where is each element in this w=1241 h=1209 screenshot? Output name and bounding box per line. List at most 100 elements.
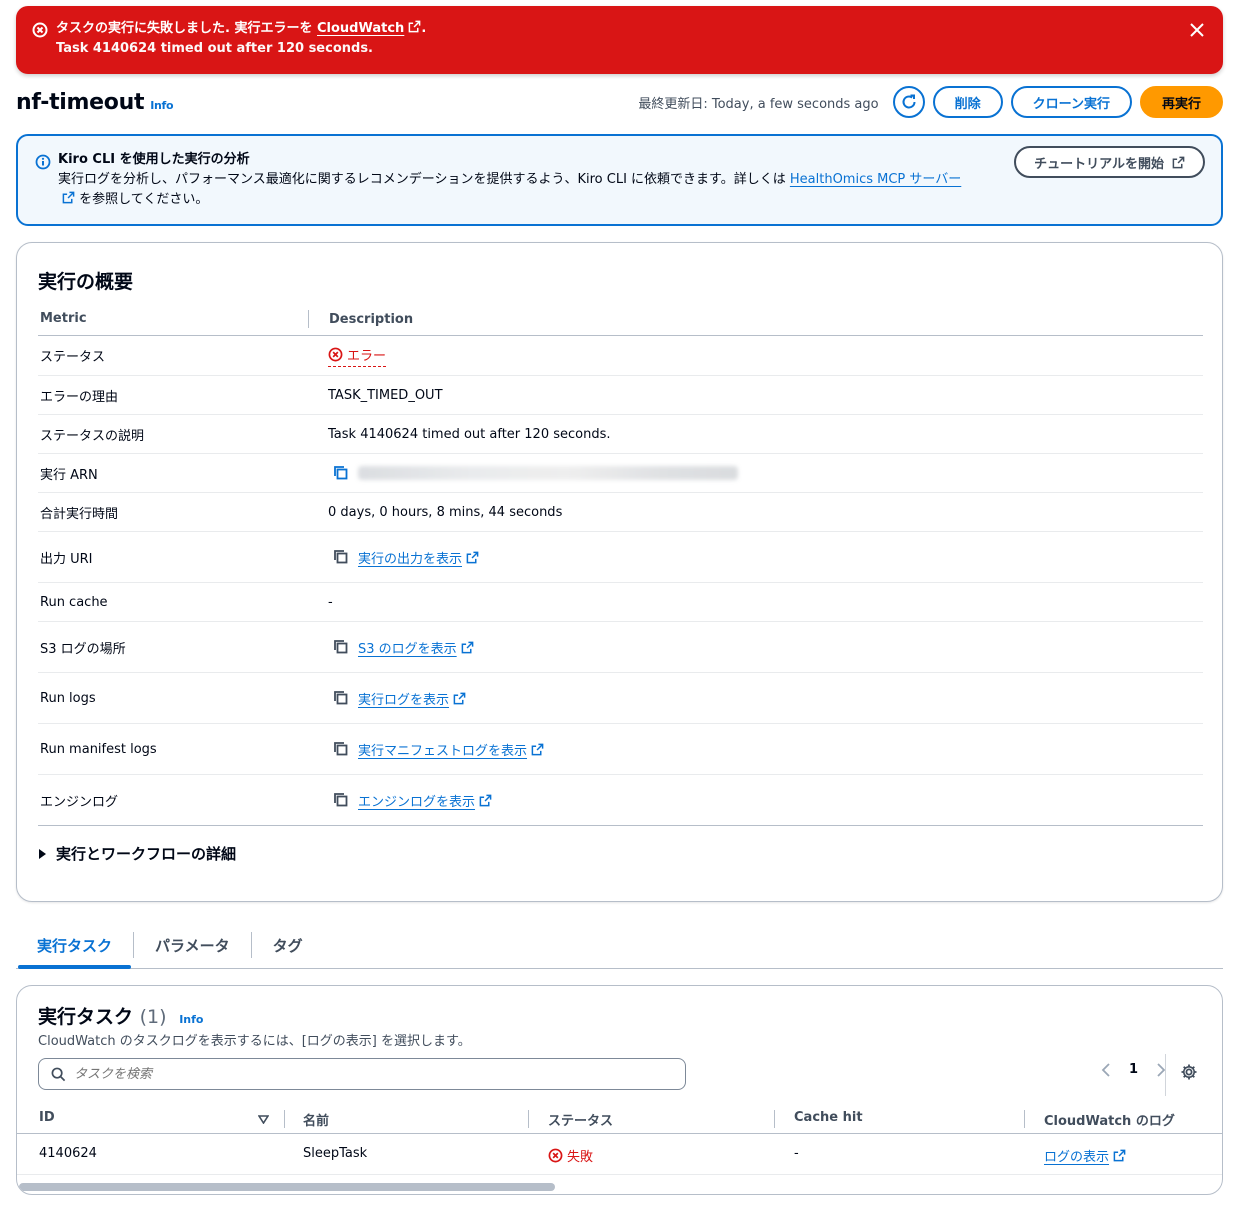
refresh-button[interactable] [892,86,925,118]
col-status-header: ステータス [548,1114,614,1129]
column-divider [774,1110,775,1128]
alert-body-text: 実行ログを分析し、パフォーマンス最適化に関するレコメンデーションを提供するよう、… [58,172,786,187]
healthomics-mcp-link-text: HealthOmics MCP サーバー [789,172,962,187]
tasks-title: 実行タスク (1) Info [38,1002,203,1029]
info-icon [35,154,51,170]
row-value: - [328,594,333,610]
tab-tags[interactable]: タグ [252,922,324,968]
row-label: S3 ログの場所 [40,641,126,657]
view-s3-logs-link[interactable]: S3 のログを表示 [358,638,474,657]
chevron-left-icon[interactable] [1101,1062,1111,1077]
horizontal-scrollbar[interactable] [19,1183,555,1191]
row-manifest-logs: Run manifest logs 実行マニフェストログを表示 [38,724,1203,775]
metric-header: Metric [38,310,309,328]
row-label: 合計実行時間 [40,506,119,522]
tasks-count: (1) [139,1006,167,1028]
flash-title-suffix: . [421,21,427,36]
task-status: 失敗 [548,1146,593,1165]
run-summary-container: 実行の概要 Metric Description ステータス エラー エラーの理… [16,242,1223,902]
row-status-description: ステータスの説明 Task 4140624 timed out after 12… [38,415,1203,454]
redacted-arn [358,466,738,480]
task-cache-hit: - [794,1146,799,1161]
col-cloudwatch-logs-header: CloudWatch のログ [1044,1114,1175,1129]
close-icon[interactable] [1189,22,1205,38]
status-badge[interactable]: エラー [328,345,387,367]
external-link-icon [453,692,466,704]
view-run-logs-link-text: 実行ログを表示 [358,692,450,708]
view-s3-logs-link-text: S3 のログを表示 [358,641,457,657]
column-divider [528,1110,529,1128]
row-value: Task 4140624 timed out after 120 seconds… [328,426,611,442]
view-output-link[interactable]: 実行の出力を表示 [358,548,479,567]
row-s3-logs: S3 ログの場所 S3 のログを表示 [38,622,1203,673]
row-label: エラーの理由 [40,389,119,405]
row-run-logs: Run logs 実行ログを表示 [38,673,1203,724]
alert-body: 実行ログを分析し、パフォーマンス最適化に関するレコメンデーションを提供するよう、… [58,170,978,210]
row-output-uri: 出力 URI 実行の出力を表示 [38,532,1203,583]
copy-icon[interactable] [332,740,350,758]
col-cache-hit-header: Cache hit [794,1110,863,1125]
flash-message: Task 4140624 timed out after 120 seconds… [56,41,373,56]
row-label: 出力 URI [40,551,93,567]
copy-icon[interactable] [332,638,350,656]
rerun-button[interactable]: 再実行 [1139,86,1223,118]
run-workflow-details-expander[interactable]: 実行とワークフローの詳細 [39,843,236,864]
page-header: nf-timeout Info 最終更新日: Today, a few secon… [16,86,1223,122]
error-icon [548,1148,563,1163]
error-flashbar: タスクの実行に失敗しました. 実行エラーを CloudWatch. Task 4… [16,6,1223,74]
clone-run-button[interactable]: クローン実行 [1010,86,1132,118]
info-link[interactable]: Info [150,99,173,112]
flash-title: タスクの実行に失敗しました. 実行エラーを CloudWatch. [56,19,1203,39]
external-link-icon [531,743,544,755]
error-icon [328,347,343,361]
sort-down-icon[interactable] [258,1115,269,1124]
summary-table-header: Metric Description [38,303,1203,336]
row-label: 実行 ARN [40,467,98,483]
tasks-description: CloudWatch のタスクログを表示するには、[ログの表示] を選択します。 [38,1034,471,1049]
col-name-header: 名前 [303,1114,330,1129]
start-tutorial-button[interactable]: チュートリアルを開始 [1014,146,1205,178]
task-log-cell: ログの表示 [1044,1146,1126,1165]
view-engine-logs-link[interactable]: エンジンログを表示 [358,791,492,810]
delete-button[interactable]: 削除 [932,86,1003,118]
expander-label: 実行とワークフローの詳細 [56,845,237,863]
col-id-header[interactable]: ID [39,1110,55,1125]
external-link-icon [1172,156,1185,168]
cloudwatch-link-text: CloudWatch [317,21,405,36]
error-icon [32,22,48,38]
table-row: 4140624 SleepTask 失敗 - ログの表示 [17,1135,1222,1175]
row-label: エンジンログ [40,794,119,810]
tab-parameters[interactable]: パラメータ [134,922,251,968]
refresh-icon [902,94,916,109]
last-updated-text: 最終更新日: Today, a few seconds ago [638,96,879,112]
task-search-input[interactable] [74,1066,634,1082]
gear-icon[interactable] [1180,1063,1198,1081]
alert-body-suffix: を参照してください。 [79,192,209,207]
row-total-duration: 合計実行時間 0 days, 0 hours, 8 mins, 44 secon… [38,493,1203,532]
column-divider [1024,1110,1025,1128]
row-label: Run logs [40,690,96,706]
caret-right-icon [39,848,46,859]
tab-run-tasks[interactable]: 実行タスク [16,922,133,969]
copy-icon[interactable] [332,689,350,707]
copy-icon[interactable] [332,548,350,566]
summary-title: 実行の概要 [38,271,134,293]
row-label: Run manifest logs [40,741,157,757]
current-page[interactable]: 1 [1129,1062,1138,1077]
cloudwatch-link[interactable]: CloudWatch [317,20,421,36]
copy-icon[interactable] [332,464,350,482]
external-link-icon [479,794,492,806]
external-link-icon [1113,1149,1126,1162]
view-manifest-logs-link[interactable]: 実行マニフェストログを表示 [358,740,544,759]
flash-title-text: タスクの実行に失敗しました. 実行エラーを [56,21,313,36]
tasks-title-text: 実行タスク [38,1006,134,1028]
copy-icon[interactable] [332,791,350,809]
status-text: エラー [347,348,387,364]
header-actions: 最終更新日: Today, a few seconds ago 削除 クローン実… [638,86,1223,118]
view-task-log-link[interactable]: ログの表示 [1044,1146,1126,1165]
task-id: 4140624 [39,1146,97,1161]
pagination: 1 [1101,1062,1166,1077]
row-label: ステータスの説明 [40,428,145,444]
view-run-logs-link[interactable]: 実行ログを表示 [358,689,466,708]
tasks-info-link[interactable]: Info [179,1013,203,1026]
